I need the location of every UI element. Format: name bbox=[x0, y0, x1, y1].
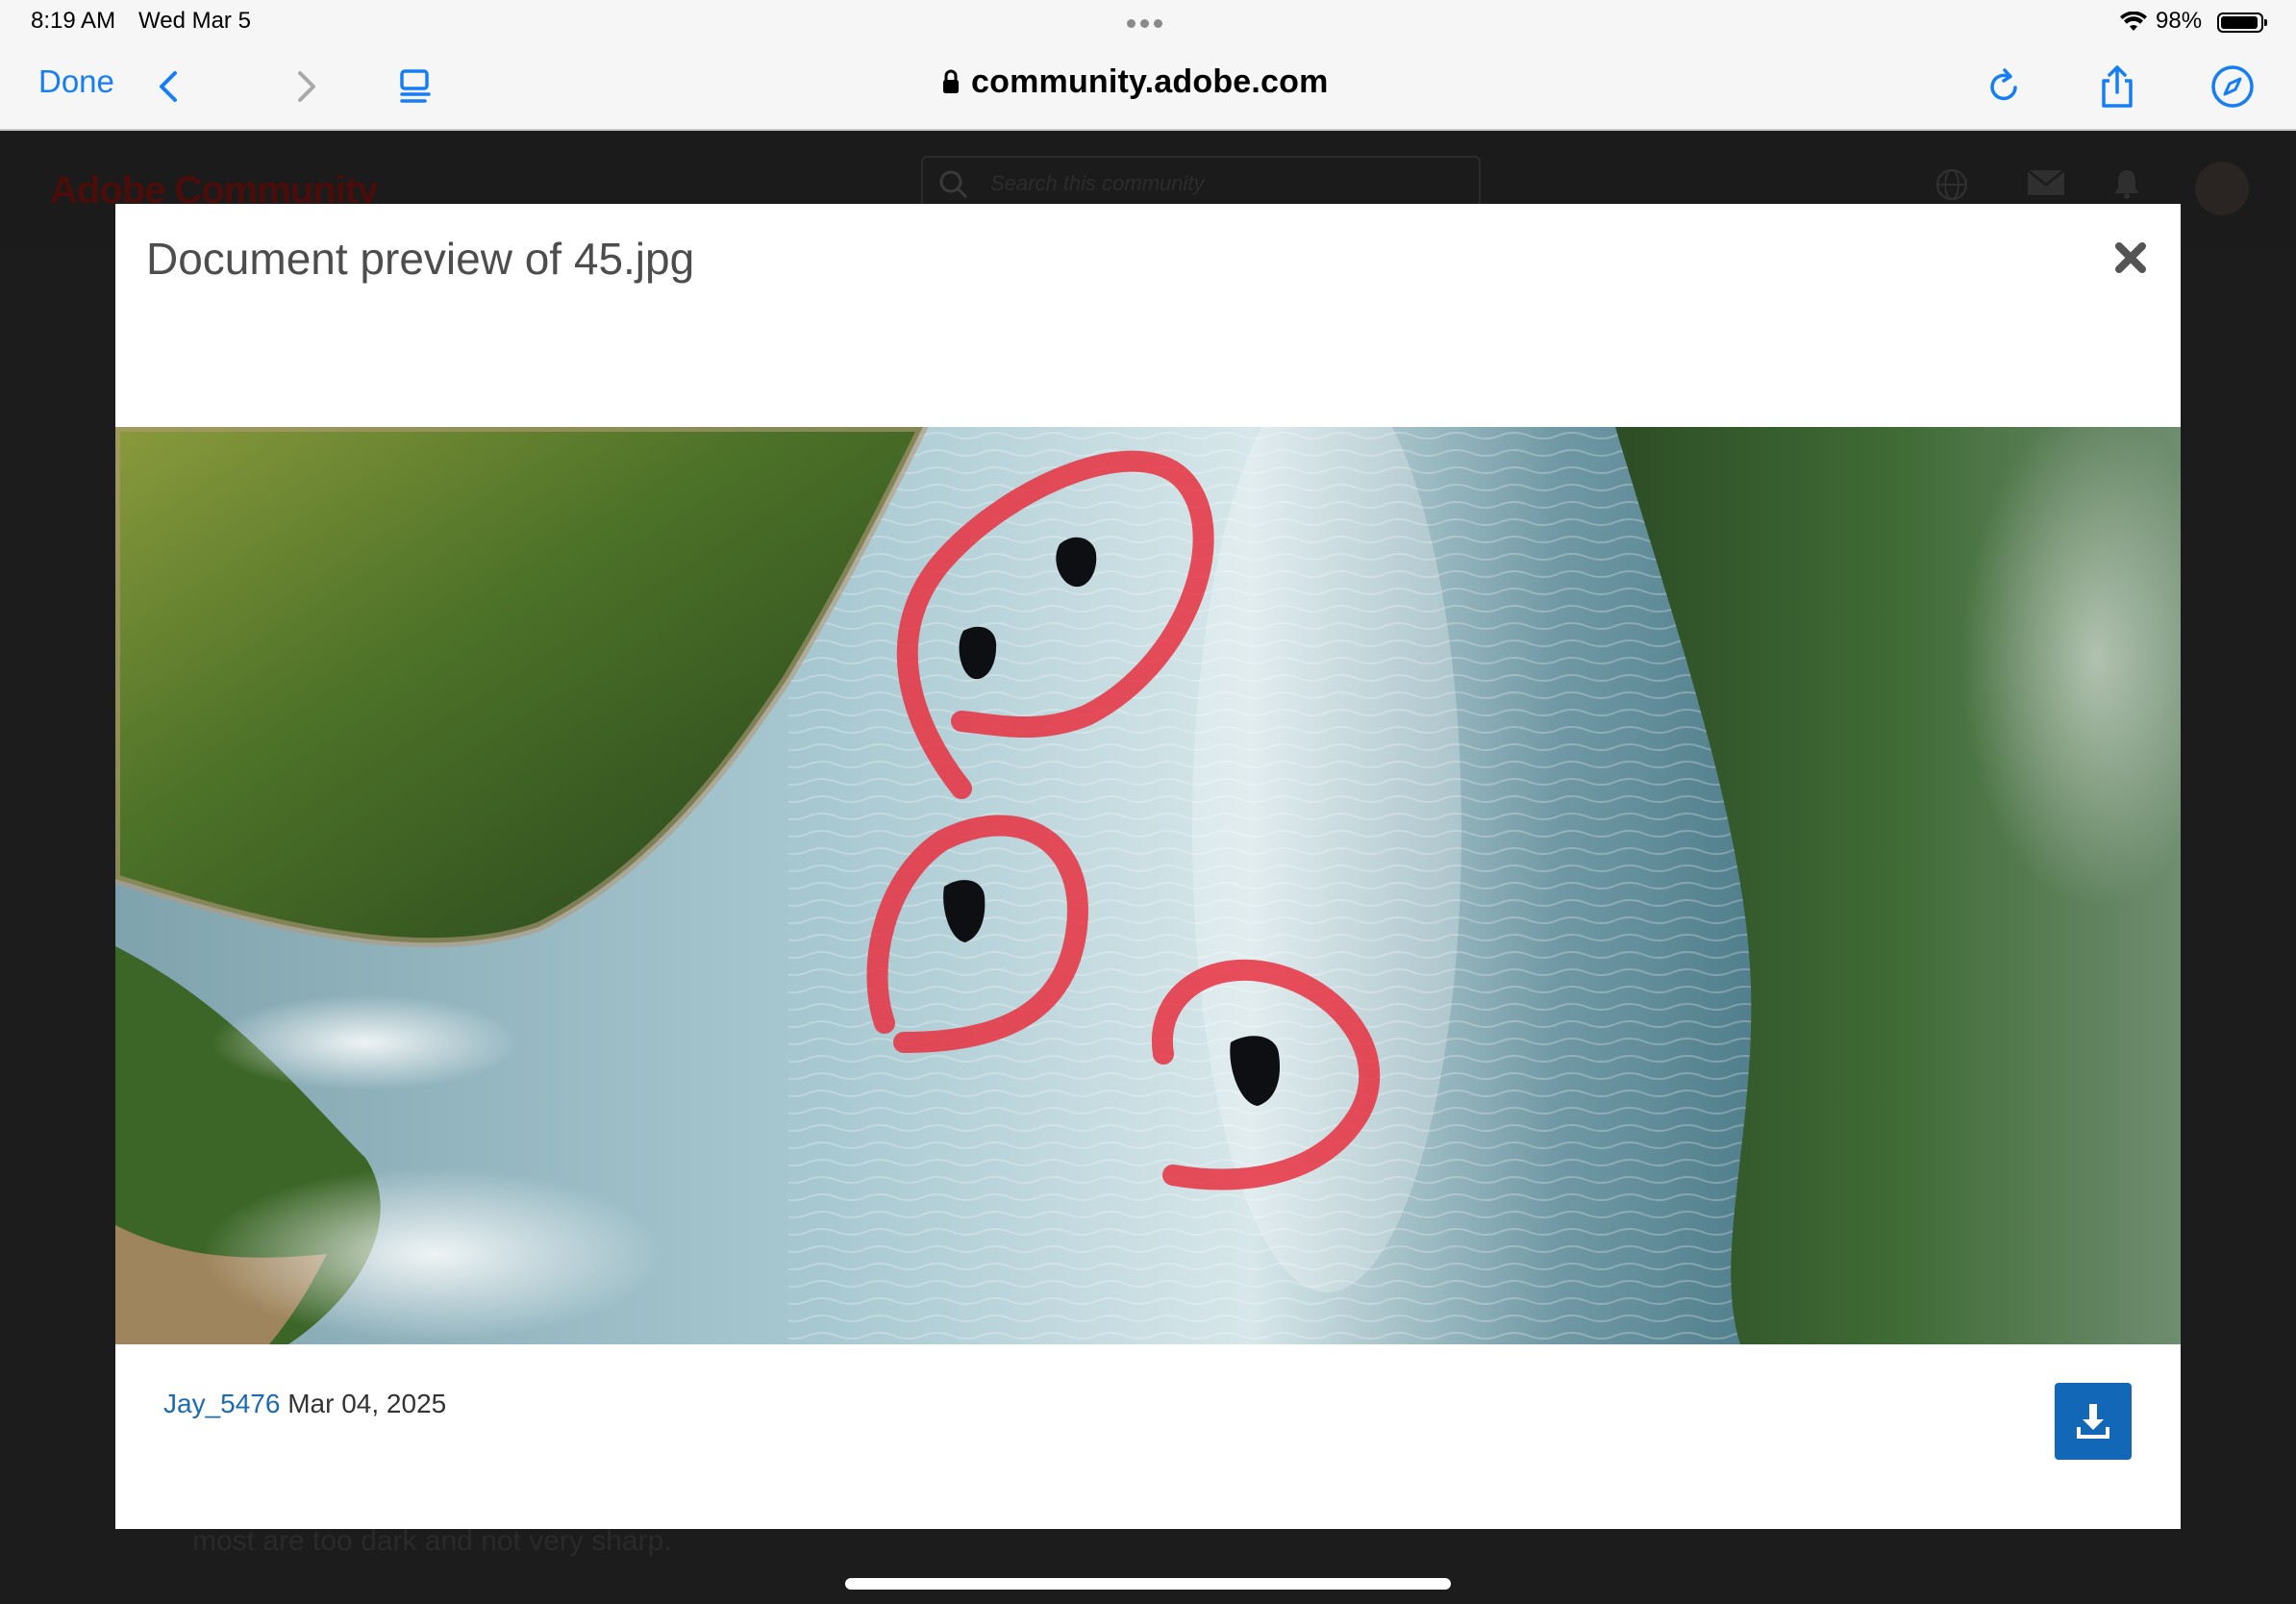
download-icon bbox=[2077, 1404, 2109, 1439]
battery-percent: 98% bbox=[2156, 8, 2203, 34]
upload-meta: Jay_5476 Mar 04, 2025 bbox=[163, 1389, 446, 1419]
share-icon[interactable] bbox=[2092, 62, 2142, 112]
globe-icon[interactable] bbox=[1934, 167, 1969, 202]
preview-image bbox=[115, 427, 2181, 1344]
document-preview-modal: Document preview of 45.jpg Jay_5476 Mar … bbox=[115, 204, 2181, 1529]
multitasking-dots-icon[interactable] bbox=[1127, 15, 1169, 28]
mail-icon[interactable] bbox=[2027, 167, 2065, 198]
url-text: community.adobe.com bbox=[971, 63, 1329, 100]
download-button[interactable] bbox=[2055, 1383, 2132, 1460]
reload-icon[interactable] bbox=[1979, 62, 2029, 112]
search-placeholder: Search this community bbox=[990, 171, 1205, 195]
battery-icon bbox=[2217, 13, 2267, 33]
wifi-icon bbox=[2120, 12, 2147, 31]
status-bar: 8:19 AM Wed Mar 5 98% bbox=[0, 0, 2296, 44]
author-link[interactable]: Jay_5476 bbox=[163, 1389, 280, 1418]
search-input[interactable]: Search this community bbox=[921, 156, 1481, 210]
lock-icon bbox=[943, 69, 959, 93]
forward-icon[interactable] bbox=[281, 62, 331, 112]
search-icon bbox=[939, 170, 968, 199]
post-body-text: most are too dark and not very sharp. bbox=[192, 1525, 672, 1557]
status-time: 8:19 AM bbox=[31, 8, 116, 34]
reader-icon[interactable] bbox=[390, 62, 440, 112]
browser-toolbar: Done community.adobe.com bbox=[0, 44, 2296, 131]
back-icon[interactable] bbox=[144, 62, 194, 112]
river-photo bbox=[115, 427, 2181, 1344]
home-indicator[interactable] bbox=[845, 1578, 1451, 1590]
compass-icon[interactable] bbox=[2208, 62, 2258, 112]
upload-date: Mar 04, 2025 bbox=[287, 1389, 447, 1418]
bell-icon[interactable] bbox=[2111, 167, 2142, 200]
status-date: Wed Mar 5 bbox=[138, 8, 251, 34]
avatar[interactable] bbox=[2195, 162, 2249, 215]
modal-title: Document preview of 45.jpg bbox=[146, 234, 695, 284]
address-bar[interactable]: community.adobe.com bbox=[942, 63, 1329, 101]
done-button[interactable]: Done bbox=[38, 63, 114, 100]
close-icon[interactable] bbox=[2111, 238, 2150, 277]
